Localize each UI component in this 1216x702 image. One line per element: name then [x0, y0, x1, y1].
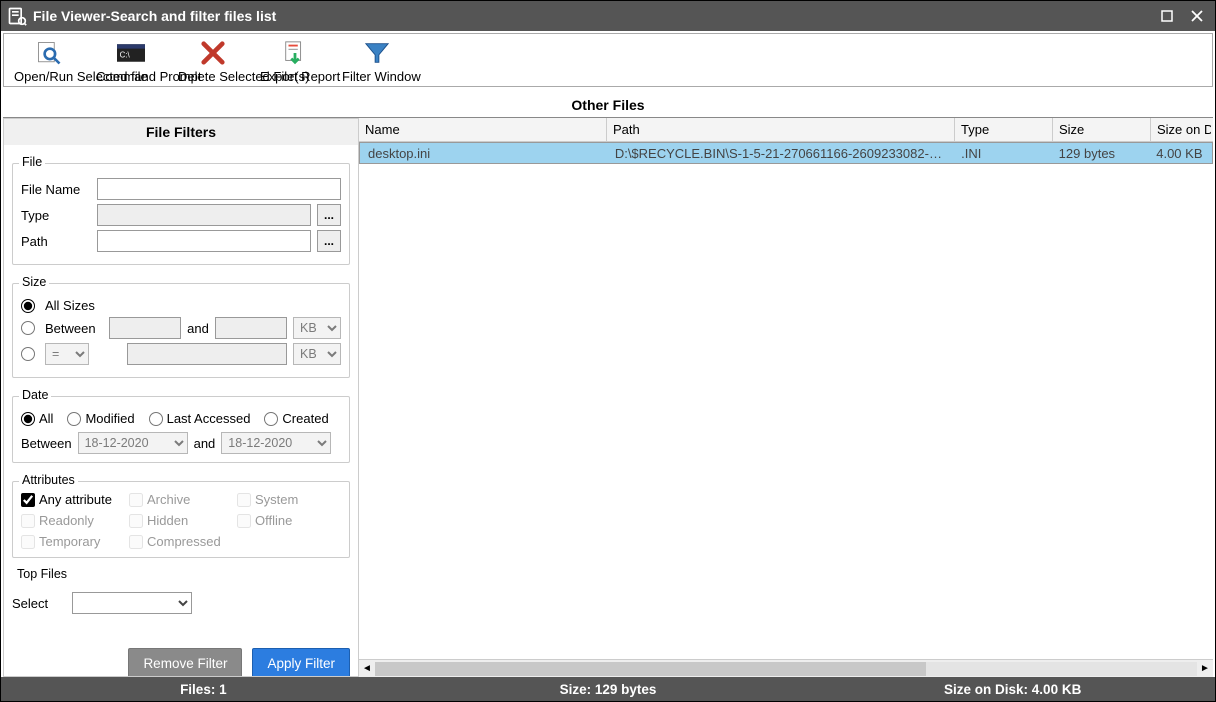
maximize-button[interactable] [1153, 5, 1181, 27]
date-from[interactable]: 18-12-2020 [78, 432, 188, 454]
size-between-label: Between [45, 321, 103, 336]
attr-system-checkbox[interactable] [237, 493, 251, 507]
date-all-radio[interactable] [21, 412, 35, 426]
and-label: and [187, 321, 209, 336]
date-to[interactable]: 18-12-2020 [221, 432, 331, 454]
size-between-radio[interactable] [21, 321, 35, 335]
app-icon [7, 6, 27, 26]
scroll-thumb[interactable] [375, 662, 926, 676]
command-prompt-button[interactable]: C:\ Command Prompt [90, 34, 172, 84]
status-size: Size: 129 bytes [406, 682, 811, 697]
size-op-radio[interactable] [21, 347, 35, 361]
table-row[interactable]: desktop.ini D:\$RECYCLE.BIN\S-1-5-21-270… [359, 142, 1213, 164]
grid-body[interactable]: desktop.ini D:\$RECYCLE.BIN\S-1-5-21-270… [359, 142, 1213, 659]
filename-input[interactable] [97, 178, 341, 200]
grid-header: Name Path Type Size Size on D [359, 118, 1213, 142]
filter-window-button[interactable]: Filter Window [336, 34, 418, 84]
col-name[interactable]: Name [359, 118, 607, 141]
scroll-left-icon[interactable]: ◄ [359, 661, 375, 677]
size-group: Size All Sizes Between and KB = KB [12, 283, 350, 378]
size-legend: Size [19, 275, 49, 289]
date-accessed-radio[interactable] [149, 412, 163, 426]
topfiles-legend: Top Files [14, 567, 70, 581]
attr-temporary-checkbox[interactable] [21, 535, 35, 549]
col-path[interactable]: Path [607, 118, 955, 141]
size-unit2-select[interactable]: KB [293, 343, 341, 365]
title-bar: File Viewer-Search and filter files list [1, 1, 1215, 31]
attr-any-checkbox[interactable] [21, 493, 35, 507]
status-files: Files: 1 [1, 682, 406, 697]
attributes-group: Attributes Any attribute Archive System … [12, 481, 350, 558]
col-sizeondisk[interactable]: Size on D [1151, 118, 1211, 141]
terminal-icon: C:\ [117, 39, 145, 67]
file-grid: Name Path Type Size Size on D desktop.in… [359, 118, 1213, 677]
type-input[interactable] [97, 204, 311, 226]
attr-compressed-checkbox[interactable] [129, 535, 143, 549]
horizontal-scrollbar[interactable]: ◄ ► [359, 659, 1213, 677]
export-icon [281, 39, 309, 67]
svg-text:C:\: C:\ [120, 50, 131, 59]
filters-title: File Filters [3, 118, 359, 145]
attr-readonly-checkbox[interactable] [21, 514, 35, 528]
toolbar-label: Export Report [260, 69, 330, 84]
size-from-input[interactable] [109, 317, 181, 339]
col-size[interactable]: Size [1053, 118, 1151, 141]
path-label: Path [21, 234, 91, 249]
date-created-radio[interactable] [264, 412, 278, 426]
close-button[interactable] [1183, 5, 1211, 27]
apply-filter-button[interactable]: Apply Filter [252, 648, 350, 677]
delete-x-icon [199, 39, 227, 67]
cell-type: .INI [955, 143, 1053, 163]
attr-hidden-checkbox[interactable] [129, 514, 143, 528]
toolbar-label: Delete Selected File(s) [178, 69, 248, 84]
topfiles-select[interactable] [72, 592, 192, 614]
delete-button[interactable]: Delete Selected File(s) [172, 34, 254, 84]
type-label: Type [21, 208, 91, 223]
export-report-button[interactable]: Export Report [254, 34, 336, 84]
cell-path: D:\$RECYCLE.BIN\S-1-5-21-270661166-26092… [609, 143, 955, 163]
attr-offline-checkbox[interactable] [237, 514, 251, 528]
size-value-input[interactable] [127, 343, 287, 365]
toolbar: Open/Run Selected file C:\ Command Promp… [3, 33, 1213, 87]
section-header: Other Files [3, 91, 1213, 118]
select-label: Select [12, 596, 66, 611]
toolbar-label: Filter Window [342, 69, 412, 84]
attr-legend: Attributes [19, 473, 78, 487]
date-between-label: Between [21, 436, 72, 451]
magnifier-page-icon [35, 39, 63, 67]
size-to-input[interactable] [215, 317, 287, 339]
size-all-label: All Sizes [45, 298, 95, 313]
size-op-select[interactable]: = [45, 343, 89, 365]
topfiles-group: Top Files Select [12, 576, 350, 626]
date-group: Date All Modified Last Accessed Created … [12, 396, 350, 463]
type-browse-button[interactable]: ... [317, 204, 341, 226]
col-type[interactable]: Type [955, 118, 1053, 141]
size-all-radio[interactable] [21, 299, 35, 313]
file-legend: File [19, 155, 45, 169]
cell-size: 129 bytes [1053, 143, 1151, 163]
path-input[interactable] [97, 230, 311, 252]
scroll-right-icon[interactable]: ► [1197, 661, 1213, 677]
window-title: File Viewer-Search and filter files list [33, 8, 1151, 24]
status-bar: Files: 1 Size: 129 bytes Size on Disk: 4… [1, 677, 1215, 701]
open-run-button[interactable]: Open/Run Selected file [8, 34, 90, 84]
date-and-label: and [194, 436, 216, 451]
filename-label: File Name [21, 182, 91, 197]
cell-name: desktop.ini [362, 143, 609, 163]
path-browse-button[interactable]: ... [317, 230, 341, 252]
toolbar-label: Command Prompt [96, 69, 166, 84]
remove-filter-button[interactable]: Remove Filter [128, 648, 242, 677]
status-disk: Size on Disk: 4.00 KB [810, 682, 1215, 697]
date-legend: Date [19, 388, 51, 402]
date-modified-radio[interactable] [67, 412, 81, 426]
attr-archive-checkbox[interactable] [129, 493, 143, 507]
file-group: File File Name Type ... Path ... [12, 163, 350, 265]
toolbar-label: Open/Run Selected file [14, 69, 84, 84]
size-unit-select[interactable]: KB [293, 317, 341, 339]
cell-disk: 4.00 KB [1150, 143, 1210, 163]
filters-panel: File File Name Type ... Path ... Size Al… [3, 145, 359, 677]
funnel-icon [363, 39, 391, 67]
